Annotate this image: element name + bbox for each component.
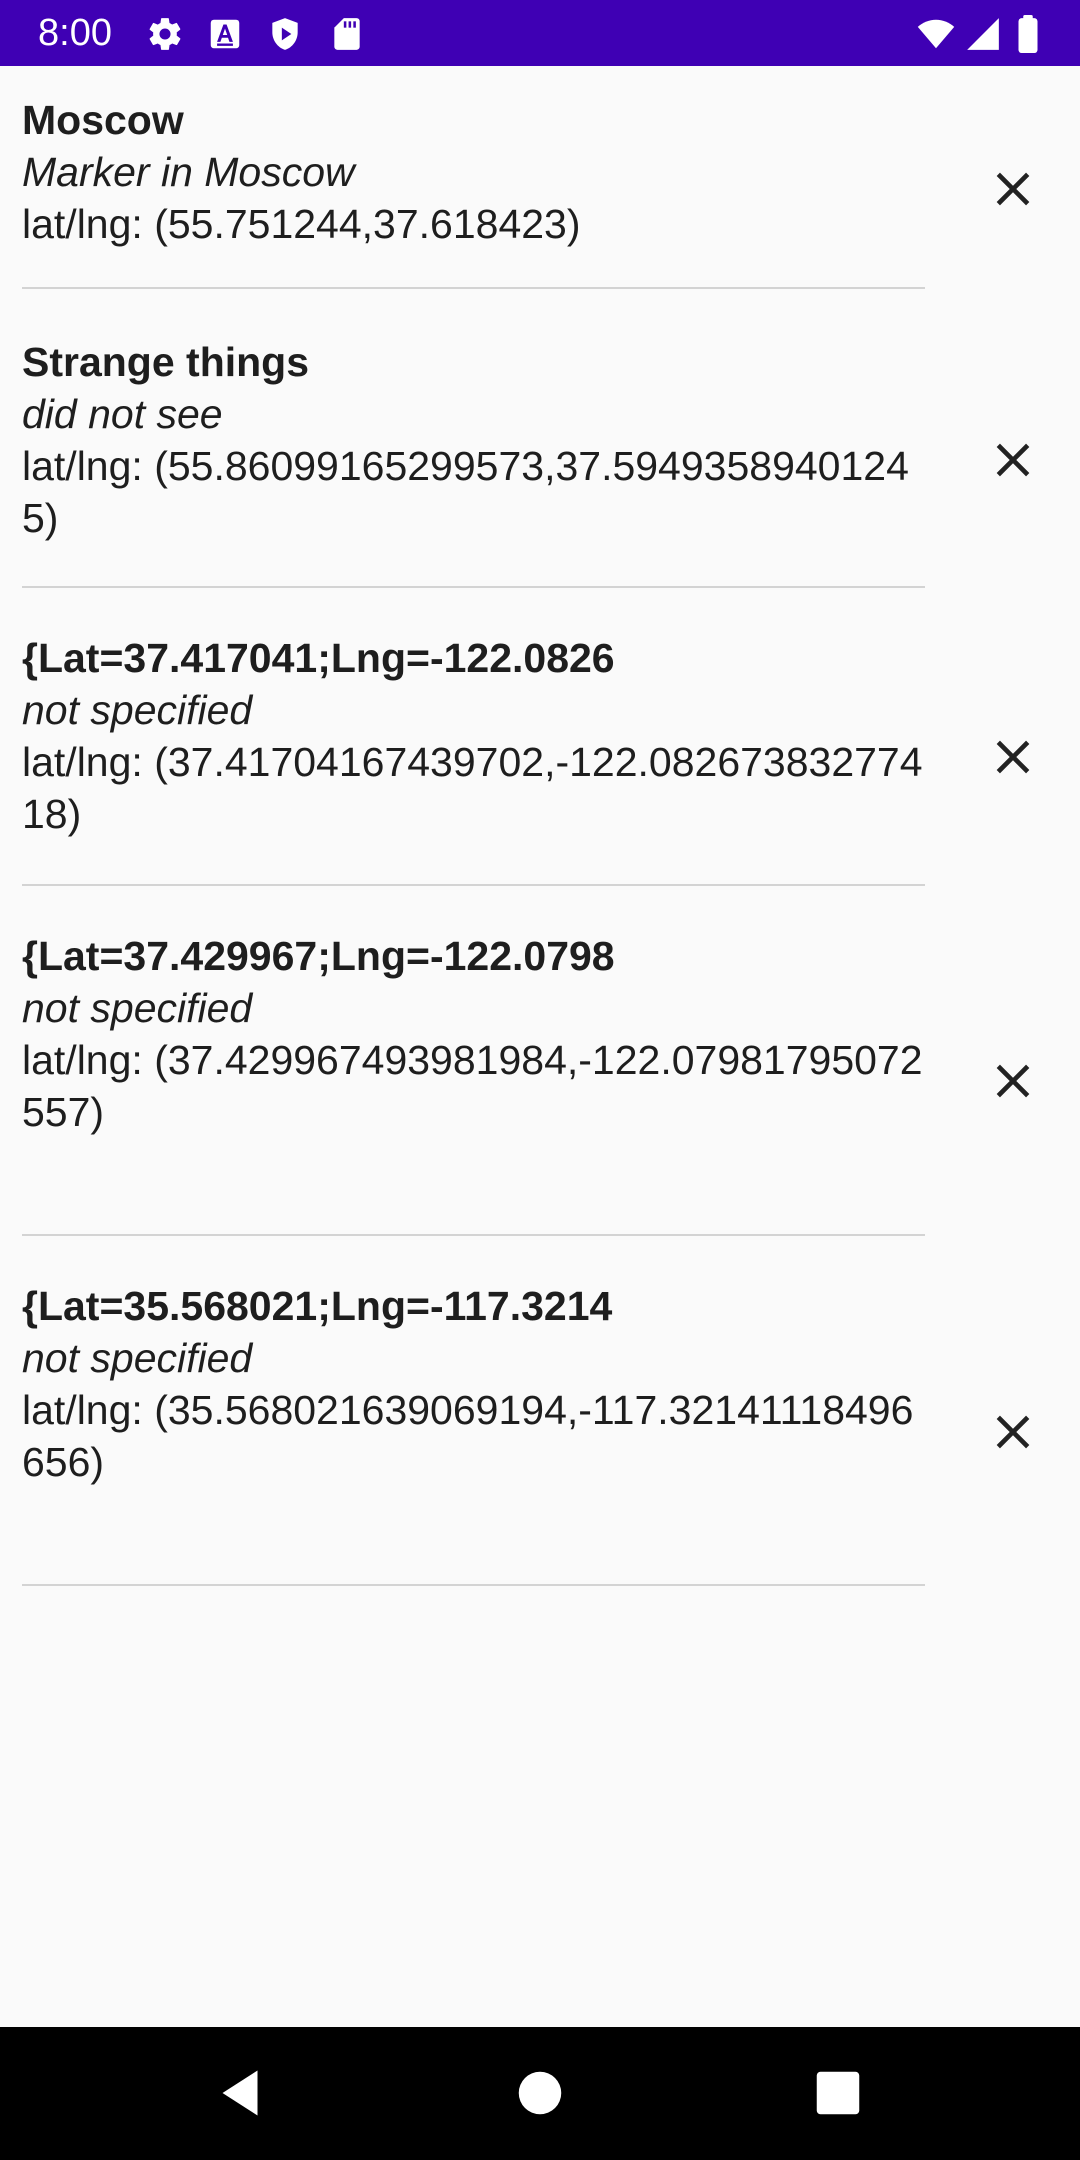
delete-marker-button[interactable] [985,729,1041,785]
marker-description: not specified [22,1335,253,1381]
marker-coordinates: lat/lng: (55.751244,37.618423) [22,201,581,247]
wifi-icon [914,15,958,53]
sd-card-icon [328,15,366,53]
divider [22,1584,925,1586]
close-icon [996,1064,1030,1098]
marker-text: {Lat=37.417041;Lng=-122.0826 not specifi… [22,632,932,840]
marker-list-item[interactable]: Strange things did not see lat/lng: (55.… [0,290,1080,588]
delete-marker-button[interactable] [985,161,1041,217]
delete-marker-button[interactable] [985,1404,1041,1460]
marker-description: not specified [22,687,253,733]
settings-icon [146,15,184,53]
marker-text: Moscow Marker in Moscow lat/lng: (55.751… [22,94,932,250]
close-icon [996,443,1030,477]
divider [22,287,925,289]
marker-list-item[interactable]: {Lat=35.568021;Lng=-117.3214 not specifi… [0,1236,1080,1586]
signal-icon [964,15,1002,53]
marker-coordinates: lat/lng: (55.86099165299573,37.594935894… [22,443,909,541]
home-icon[interactable] [510,2063,570,2123]
recents-icon[interactable] [808,2063,868,2123]
marker-title: {Lat=37.429967;Lng=-122.0798 [22,933,615,979]
marker-list: Moscow Marker in Moscow lat/lng: (55.751… [0,66,1080,1586]
marker-list-item[interactable]: {Lat=37.417041;Lng=-122.0826 not specifi… [0,588,1080,886]
marker-description: did not see [22,391,223,437]
close-icon [996,1415,1030,1449]
marker-title: Moscow [22,97,184,143]
marker-coordinates: lat/lng: (35.568021639069194,-117.321411… [22,1387,914,1485]
status-bar: 8:00 [0,0,1080,66]
marker-title: {Lat=37.417041;Lng=-122.0826 [22,635,615,681]
marker-title: Strange things [22,339,310,385]
delete-marker-button[interactable] [985,432,1041,488]
marker-list-item[interactable]: {Lat=37.429967;Lng=-122.0798 not specifi… [0,886,1080,1236]
marker-description: not specified [22,985,253,1031]
marker-description: Marker in Moscow [22,149,355,195]
close-icon [996,740,1030,774]
marker-coordinates: lat/lng: (37.429967493981984,-122.079817… [22,1037,923,1135]
close-icon [996,172,1030,206]
back-icon[interactable] [210,2063,270,2123]
marker-text: Strange things did not see lat/lng: (55.… [22,336,932,544]
battery-icon [1014,15,1042,53]
marker-text: {Lat=35.568021;Lng=-117.3214 not specifi… [22,1280,932,1488]
shield-play-icon [266,15,304,53]
navigation-bar [0,2027,1080,2160]
delete-marker-button[interactable] [985,1053,1041,1109]
marker-list-screen: 8:00 Moscow Marker in Moscow lat/lng: (5… [0,0,1080,2160]
marker-text: {Lat=37.429967;Lng=-122.0798 not specifi… [22,930,932,1138]
marker-coordinates: lat/lng: (37.41704167439702,-122.0826738… [22,739,923,837]
marker-list-item[interactable]: Moscow Marker in Moscow lat/lng: (55.751… [0,66,1080,290]
status-time: 8:00 [38,12,112,54]
marker-title: {Lat=35.568021;Lng=-117.3214 [22,1283,613,1329]
font-a-icon [206,15,244,53]
